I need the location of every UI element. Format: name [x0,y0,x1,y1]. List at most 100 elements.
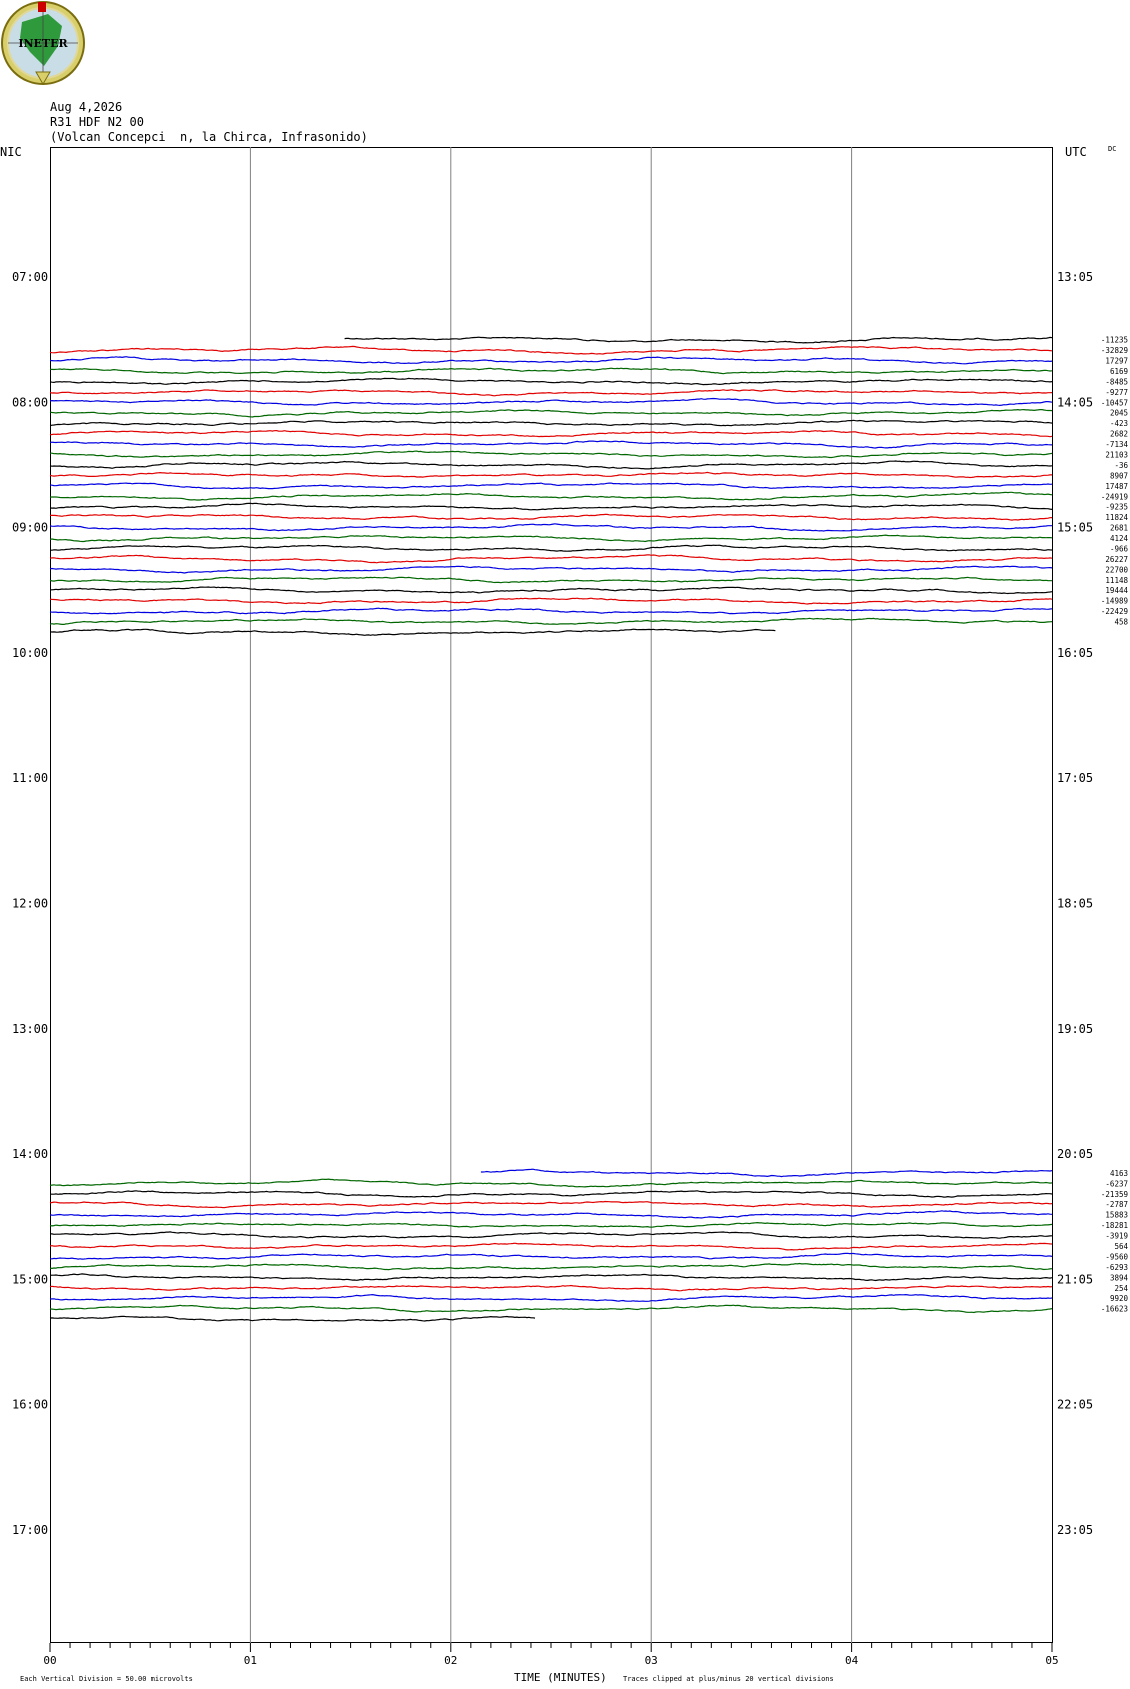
offset-label: 8907 [1110,471,1128,480]
right-time-label: 23:05 [1057,1523,1093,1537]
right-time-label: 14:05 [1057,395,1093,409]
offset-label: 26227 [1105,555,1128,564]
group2-trace [49,1252,1053,1260]
group2-trace [49,1221,1053,1228]
x-tick-label: 05 [1045,1654,1058,1667]
offset-labels: -11235-32829 172976169-8485 -9277-10457 204… [1101,336,1129,1314]
logo-text: INETER [18,37,68,50]
group1-trace [49,586,1053,595]
left-time-label: 11:00 [12,771,48,785]
offset-label: 17487 [1105,482,1128,491]
group1-trace [49,482,1053,490]
offset-label: -24919 [1101,492,1128,501]
division-note: Each Vertical Division = 50.00 microvolt… [20,1675,193,1683]
group1-trace [49,377,1053,386]
x-tick-label: 02 [444,1654,457,1667]
group2-trace [49,1304,1053,1314]
right-time-label: 22:05 [1057,1398,1093,1412]
group1-trace [49,534,1053,543]
offset-label: -11235 [1101,336,1128,345]
left-time-label: 07:00 [12,270,48,284]
group2-trace [49,1190,1053,1198]
dc-label: DC [1108,145,1116,153]
group1-trace [49,628,776,636]
offset-label: -6237 [1105,1179,1128,1188]
group1-trace [50,544,1053,552]
group1-trace [49,429,1053,438]
offset-label: -16623 [1101,1305,1128,1314]
group2-trace [49,1315,536,1322]
left-zone-label: NIC [0,145,22,159]
group1-trace [49,471,1052,479]
offset-label: -423 [1110,419,1128,428]
left-time-label: 14:00 [12,1147,48,1161]
right-time-label: 17:05 [1057,771,1093,785]
offset-label: 3894 [1110,1273,1129,1282]
group2-trace [480,1168,1053,1178]
offset-label: -32829 [1101,346,1128,355]
group1-trace [50,513,1053,521]
offset-label: 9920 [1110,1294,1129,1303]
left-time-label: 10:00 [12,646,48,660]
right-time-label: 21:05 [1057,1272,1093,1286]
offset-label: 564 [1114,1242,1128,1251]
group1-trace [49,597,1053,605]
group2-trace [49,1200,1053,1209]
group2-trace [49,1178,1053,1188]
group1-trace [49,565,1053,574]
offset-label: -36 [1114,461,1128,470]
time-labels: 07:00 08:00 09:00 10:00 11:00 12:00 13:00 14:00… [12,270,1093,1537]
offset-label: 2681 [1110,524,1128,533]
header-station: R31 HDF N2 00 [50,115,144,129]
offset-label: -6293 [1105,1263,1128,1272]
left-time-label: 15:00 [12,1272,48,1286]
x-tick-label: 04 [845,1654,859,1667]
offset-label: 2682 [1110,430,1128,439]
left-time-label: 12:00 [12,897,48,911]
group1-trace [49,397,1053,407]
offset-label: -8485 [1105,377,1128,386]
right-time-label: 20:05 [1057,1147,1093,1161]
right-time-label: 13:05 [1057,270,1093,284]
group1-trace [49,607,1053,615]
group1-trace [49,502,1053,511]
group1-trace [49,440,1053,449]
offset-label: 6169 [1110,367,1128,376]
offset-label: -9560 [1105,1252,1128,1261]
right-time-label: 18:05 [1057,897,1093,911]
group1-trace [49,617,1053,625]
offset-label: -22429 [1101,607,1128,616]
right-time-label: 19:05 [1057,1022,1093,1036]
right-zone-label: UTC [1065,145,1087,159]
group2-trace [49,1242,1053,1251]
group1-trace [49,389,1053,397]
group1-trace [49,523,1052,532]
group1-trace [49,367,1053,375]
group1-trace [50,450,1053,459]
trace-group [49,336,1053,1322]
left-time-label: 13:00 [12,1022,48,1036]
offset-label: -14989 [1101,597,1128,606]
right-time-label: 16:05 [1057,646,1093,660]
offset-label: 4163 [1110,1169,1128,1178]
group1-trace [49,554,1053,564]
offset-label: 19444 [1105,586,1128,595]
offset-label: 21103 [1105,451,1128,460]
left-time-label: 08:00 [12,395,48,409]
group2-trace [49,1262,1053,1271]
offset-label: 22700 [1105,565,1128,574]
x-tick-label: 00 [43,1654,56,1667]
offset-label: -966 [1110,545,1129,554]
offset-label: -9277 [1105,388,1128,397]
group1-trace [49,356,1053,365]
offset-label: -18281 [1101,1221,1128,1230]
x-tick-label: 03 [645,1654,658,1667]
offset-label: 4124 [1110,534,1129,543]
left-time-label: 16:00 [12,1398,48,1412]
group1-trace [49,419,1053,427]
offset-label: 11824 [1105,513,1128,522]
offset-label: 2045 [1110,409,1128,418]
offset-label: -10457 [1101,398,1128,407]
group1-trace [49,576,1052,584]
offset-label: -21359 [1101,1190,1128,1199]
